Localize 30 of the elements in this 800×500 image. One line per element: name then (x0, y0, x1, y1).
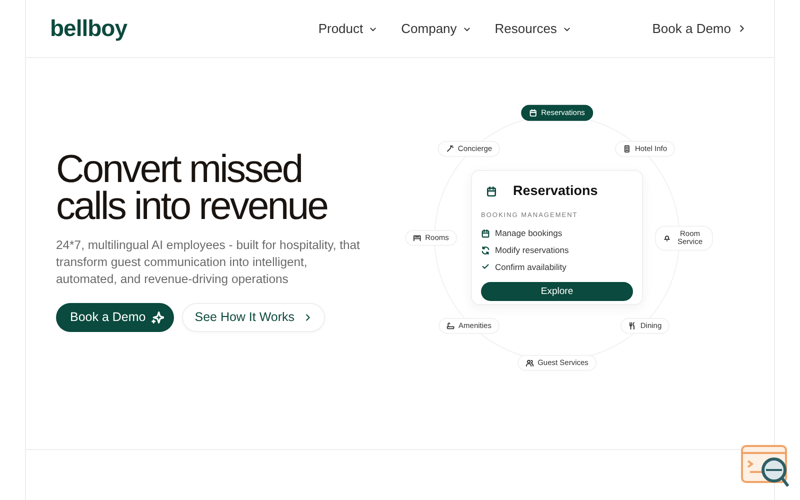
bell-icon (663, 234, 671, 242)
book-demo-link[interactable]: Book a Demo (652, 18, 746, 38)
chevron-right-icon (737, 24, 746, 33)
refresh-icon (481, 246, 490, 255)
see-how-it-works-button[interactable]: See How It Works (182, 303, 325, 332)
hero-heading: Convert missed calls into revenue (56, 151, 328, 225)
bed-icon (413, 234, 422, 242)
help-search-icon[interactable] (740, 444, 790, 489)
bathtub-icon (446, 322, 455, 330)
chevron-down-icon (562, 24, 571, 32)
nav-menu-item[interactable]: Product (318, 18, 378, 38)
people-icon (526, 359, 534, 367)
logo[interactable]: bellboy (50, 11, 128, 46)
check-icon (481, 262, 490, 272)
feature-item: Manage bookings (495, 227, 562, 240)
explore-button[interactable]: Explore (481, 282, 633, 302)
utensils-icon (628, 322, 636, 330)
calendar-icon (481, 228, 490, 238)
calendar-icon (486, 186, 497, 197)
nav-menu-item[interactable]: Resources (494, 18, 571, 38)
nav-menu-item[interactable]: Company (401, 18, 471, 38)
building-icon (622, 145, 631, 153)
hero-description: 24*7, multilingual AI employees - built for hospitality, that transform guest communication into intelligent, automated, and revenue-driving operations (56, 237, 361, 288)
feature-item: Confirm availability (495, 260, 566, 274)
calendar-icon (529, 109, 538, 117)
card-title: Reservations (513, 182, 598, 200)
book-demo-button[interactable]: Book a Demo (56, 303, 174, 332)
chevron-down-icon (369, 24, 378, 32)
feature-item: Modify reservations (495, 244, 569, 256)
chevron-down-icon (462, 24, 471, 32)
